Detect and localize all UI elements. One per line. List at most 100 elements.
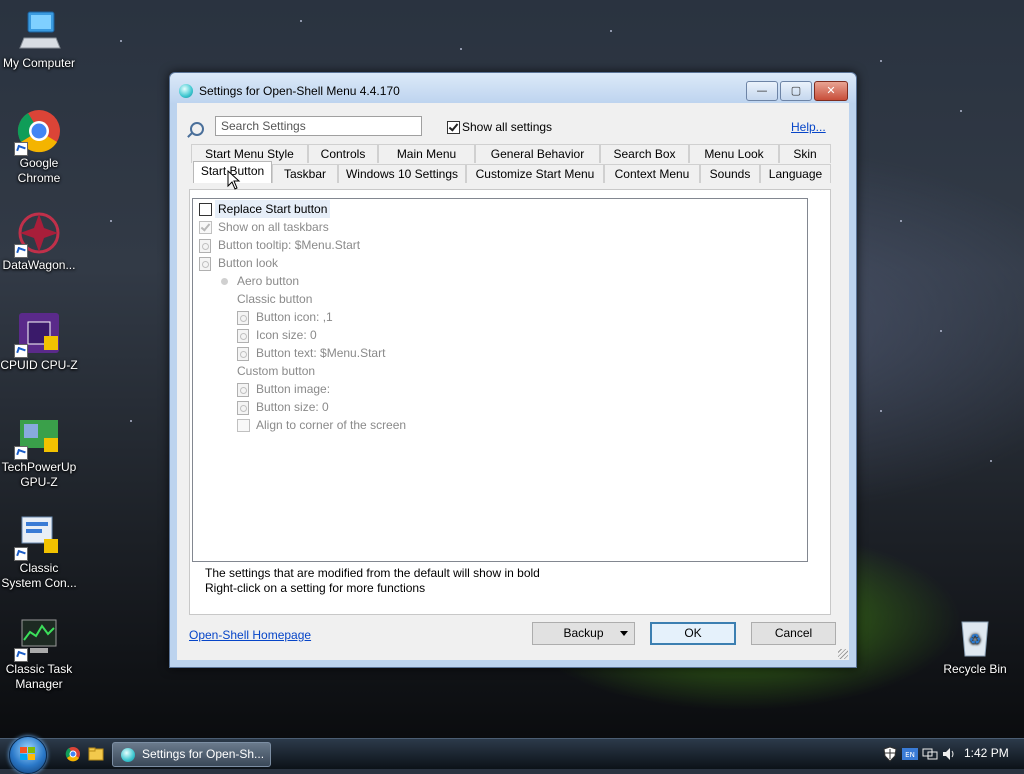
setting-button-image[interactable]: Button image: (256, 380, 330, 398)
setting-classic-button[interactable]: Classic button (237, 290, 312, 308)
control-panel-icon (14, 513, 62, 561)
taskbar-button-settings[interactable]: Settings for Open-Sh... (112, 742, 271, 767)
desktop-icon-datawagon[interactable]: DataWagon... (0, 210, 78, 273)
windows-flag-icon (20, 747, 36, 761)
datawagon-icon (14, 210, 62, 258)
cpuz-icon (14, 310, 62, 358)
taskbar-button-label: Settings for Open-Sh... (142, 747, 265, 761)
text-setting-icon (237, 329, 249, 343)
tab-general-behavior[interactable]: General Behavior (475, 144, 600, 163)
desktop-icon-label: Recycle Bin (943, 662, 1007, 676)
desktop-icon-label: Google Chrome (17, 156, 61, 185)
tab-main-menu[interactable]: Main Menu (378, 144, 475, 163)
desktop-icon-label: TechPowerUp GPU-Z (1, 460, 77, 489)
tab-controls[interactable]: Controls (308, 144, 378, 163)
close-button[interactable]: ✕ (814, 81, 848, 101)
help-link[interactable]: Help... (791, 120, 826, 134)
checkbox-icon (237, 419, 250, 432)
open-shell-icon (121, 748, 135, 762)
desktop-icon-cpuz[interactable]: CPUID CPU-Z (0, 310, 78, 373)
tab-customize-start-menu[interactable]: Customize Start Menu (466, 164, 604, 183)
window-title: Settings for Open-Shell Menu 4.4.170 (199, 84, 400, 98)
recycle-bin-icon: ♻ (952, 614, 998, 660)
desktop-icon-gpuz[interactable]: TechPowerUp GPU-Z (0, 412, 78, 490)
shortcut-arrow-icon (14, 344, 28, 358)
tab-taskbar[interactable]: Taskbar (272, 164, 338, 183)
cancel-button[interactable]: Cancel (751, 622, 836, 645)
show-all-settings-label: Show all settings (462, 120, 553, 134)
language-indicator-icon[interactable]: EN (902, 746, 918, 762)
setting-show-on-all-taskbars[interactable]: Show on all taskbars (218, 218, 329, 236)
desktop-icon-recycle-bin[interactable]: ♻ Recycle Bin (936, 614, 1014, 677)
tab-search-box[interactable]: Search Box (600, 144, 689, 163)
desktop-icon-label: Classic Task Manager (5, 662, 73, 691)
text-setting-icon (237, 311, 249, 325)
chrome-icon (14, 108, 62, 156)
tab-language[interactable]: Language (760, 164, 831, 183)
text-setting-icon (199, 257, 211, 271)
backup-button[interactable]: Backup (532, 622, 635, 645)
clock[interactable]: 1:42 PM (964, 746, 1009, 760)
ok-button[interactable]: OK (650, 622, 736, 645)
chrome-quicklaunch-icon[interactable] (65, 746, 81, 762)
setting-button-icon[interactable]: Button icon: ,1 (256, 308, 333, 326)
search-input[interactable] (215, 116, 422, 136)
maximize-button[interactable]: ▢ (780, 81, 812, 101)
desktop-icon-label: DataWagon... (2, 258, 76, 272)
shortcut-arrow-icon (14, 142, 28, 156)
resize-grip[interactable] (838, 649, 848, 659)
setting-custom-button[interactable]: Custom button (237, 362, 315, 380)
setting-button-tooltip[interactable]: Button tooltip: $Menu.Start (218, 236, 360, 254)
info-text-bold: The settings that are modified from the … (205, 566, 540, 580)
search-icon (190, 122, 204, 136)
setting-aero-button[interactable]: Aero button (237, 272, 299, 290)
start-button[interactable] (9, 736, 47, 774)
text-setting-icon (199, 239, 211, 253)
show-all-settings-checkbox[interactable] (447, 121, 460, 134)
settings-tree[interactable]: Replace Start button Show on all taskbar… (192, 198, 808, 562)
desktop-icon-google-chrome[interactable]: Google Chrome (0, 108, 78, 186)
explorer-folder-icon[interactable] (88, 746, 104, 762)
desktop-icon-classic-task-manager[interactable]: Classic Task Manager (0, 614, 78, 692)
tab-skin[interactable]: Skin (779, 144, 831, 163)
text-setting-icon (237, 401, 249, 415)
setting-icon-size[interactable]: Icon size: 0 (256, 326, 317, 344)
tab-menu-look[interactable]: Menu Look (689, 144, 779, 163)
svg-text:♻: ♻ (969, 631, 982, 647)
setting-button-size[interactable]: Button size: 0 (256, 398, 329, 416)
taskbar: Settings for Open-Sh... EN 1:42 PM (0, 736, 1024, 774)
tab-context-menu[interactable]: Context Menu (604, 164, 700, 183)
title-bar[interactable]: Settings for Open-Shell Menu 4.4.170 — ▢… (170, 73, 856, 103)
gpuz-icon (14, 412, 62, 460)
checkbox-icon (199, 221, 212, 234)
desktop-icon-label: CPUID CPU-Z (0, 358, 78, 372)
desktop-icon-label: My Computer (2, 56, 76, 70)
text-setting-icon (237, 347, 249, 361)
tab-sounds[interactable]: Sounds (700, 164, 760, 183)
text-setting-icon (237, 383, 249, 397)
security-shield-icon[interactable] (882, 746, 898, 762)
minimize-button[interactable]: — (746, 81, 778, 101)
setting-align-to-corner[interactable]: Align to corner of the screen (256, 416, 406, 434)
replace-start-button-checkbox[interactable] (199, 203, 212, 216)
dialog-client-area: Show all settings Help... Start Menu Sty… (177, 103, 849, 660)
desktop-icon-label: Classic System Con... (1, 561, 77, 590)
radio-icon (221, 278, 228, 285)
open-shell-icon (179, 84, 193, 98)
volume-icon[interactable] (941, 746, 957, 762)
task-manager-icon (14, 614, 62, 662)
shortcut-arrow-icon (14, 547, 28, 561)
info-text-right-click: Right-click on a setting for more functi… (205, 581, 426, 595)
shortcut-arrow-icon (14, 648, 28, 662)
svg-text:EN: EN (905, 751, 915, 759)
dropdown-arrow-icon (620, 631, 628, 636)
setting-replace-start-button[interactable]: Replace Start button (215, 200, 331, 218)
homepage-link[interactable]: Open-Shell Homepage (189, 628, 311, 642)
desktop-icon-classic-system-control[interactable]: Classic System Con... (0, 513, 78, 591)
setting-button-text[interactable]: Button text: $Menu.Start (256, 344, 385, 362)
tab-windows-10-settings[interactable]: Windows 10 Settings (338, 164, 466, 183)
setting-button-look[interactable]: Button look (218, 254, 278, 272)
network-icon[interactable] (922, 746, 938, 762)
desktop-icon-my-computer[interactable]: My Computer (0, 8, 78, 71)
backup-button-label: Backup (563, 626, 604, 640)
